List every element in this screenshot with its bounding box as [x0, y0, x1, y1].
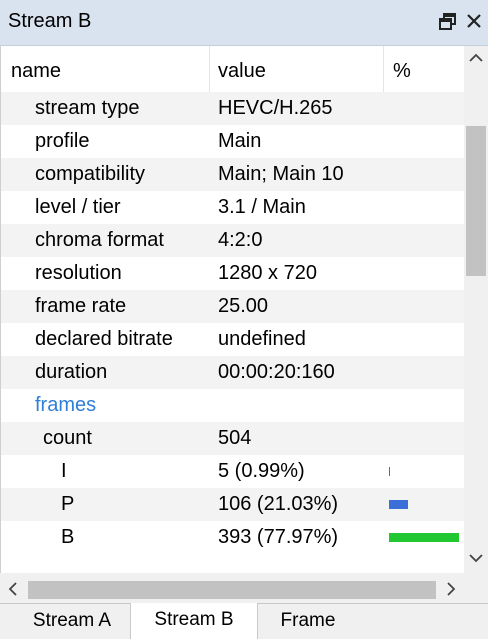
- tab-label: Frame: [280, 610, 336, 631]
- tab-frame[interactable]: Frame: [262, 604, 354, 639]
- property-value: HEVC/H.265: [218, 97, 333, 119]
- table-row[interactable]: compatibility Main; Main 10: [1, 158, 464, 191]
- scrollbar-corner: [464, 573, 488, 603]
- section-link[interactable]: frames: [35, 394, 96, 417]
- tab-label: Stream B: [154, 609, 234, 630]
- property-value: 504: [218, 427, 252, 449]
- column-divider[interactable]: [209, 46, 210, 92]
- table-row[interactable]: level / tier 3.1 / Main: [1, 191, 464, 224]
- property-name: declared bitrate: [35, 328, 173, 350]
- column-header-percent[interactable]: %: [393, 60, 411, 83]
- column-header-value[interactable]: value: [218, 60, 266, 83]
- percent-bar: [389, 533, 459, 542]
- float-window-icon[interactable]: [437, 11, 459, 33]
- property-name: level / tier: [35, 196, 121, 218]
- property-value: 25.00: [218, 295, 269, 317]
- table-header: name value %: [1, 46, 464, 92]
- table-row[interactable]: chroma format 4:2:0: [1, 224, 464, 257]
- column-header-name[interactable]: name: [11, 60, 61, 83]
- property-name: P: [61, 493, 75, 515]
- property-name: resolution: [35, 262, 122, 284]
- table-row[interactable]: frame rate 25.00: [1, 290, 464, 323]
- property-value: 4:2:0: [218, 229, 263, 251]
- property-value: 5 (0.99%): [218, 460, 305, 482]
- tab-stream-a[interactable]: Stream A: [16, 604, 128, 639]
- percent-bar: [389, 467, 390, 476]
- property-name: profile: [35, 130, 90, 152]
- table-row[interactable]: B 393 (77.97%): [1, 521, 464, 554]
- column-divider[interactable]: [383, 46, 384, 92]
- property-name: I: [61, 460, 67, 482]
- property-name: duration: [35, 361, 108, 383]
- vertical-scroll-thumb[interactable]: [466, 126, 486, 276]
- tab-strip: Stream A Stream B Frame: [0, 603, 488, 639]
- table-row[interactable]: I 5 (0.99%): [1, 455, 464, 488]
- property-value: 3.1 / Main: [218, 196, 306, 218]
- property-name: compatibility: [35, 163, 146, 185]
- scroll-down-icon[interactable]: [464, 546, 488, 570]
- scroll-left-icon[interactable]: [2, 578, 24, 600]
- property-name: B: [61, 526, 75, 548]
- property-value: 00:00:20:160: [218, 361, 335, 383]
- table-row[interactable]: profile Main: [1, 125, 464, 158]
- tab-label: Stream A: [32, 610, 112, 631]
- horizontal-scroll-thumb[interactable]: [28, 581, 436, 599]
- close-icon[interactable]: [462, 8, 488, 36]
- properties-table: name value % stream type HEVC/H.265 profil…: [0, 46, 464, 573]
- property-value: Main: [218, 130, 262, 152]
- scroll-right-icon[interactable]: [440, 578, 462, 600]
- table-row[interactable]: declared bitrate undefined: [1, 323, 464, 356]
- table-row[interactable]: resolution 1280 x 720: [1, 257, 464, 290]
- property-value: Main; Main 10: [218, 163, 344, 185]
- property-value: undefined: [218, 328, 306, 350]
- table-row[interactable]: count 504: [1, 422, 464, 455]
- property-value: 1280 x 720: [218, 262, 317, 284]
- table-row[interactable]: P 106 (21.03%): [1, 488, 464, 521]
- panel-title: Stream B: [8, 10, 92, 32]
- property-name: chroma format: [35, 229, 164, 251]
- property-name: frame rate: [35, 295, 127, 317]
- property-value: 393 (77.97%): [218, 526, 339, 548]
- scroll-up-icon[interactable]: [464, 46, 488, 70]
- percent-bar: [389, 500, 408, 509]
- table-row[interactable]: stream type HEVC/H.265: [1, 92, 464, 125]
- tab-stream-b[interactable]: Stream B: [130, 603, 258, 639]
- table-body: stream type HEVC/H.265 profile Main compatib…: [1, 92, 464, 554]
- property-name: count: [43, 427, 92, 449]
- horizontal-scrollbar[interactable]: [0, 573, 464, 603]
- property-value: 106 (21.03%): [218, 493, 339, 515]
- table-row[interactable]: frames: [1, 389, 464, 422]
- panel-titlebar: Stream B: [0, 0, 488, 46]
- vertical-scrollbar[interactable]: [464, 46, 488, 573]
- table-row[interactable]: duration 00:00:20:160: [1, 356, 464, 389]
- property-name: stream type: [35, 97, 140, 119]
